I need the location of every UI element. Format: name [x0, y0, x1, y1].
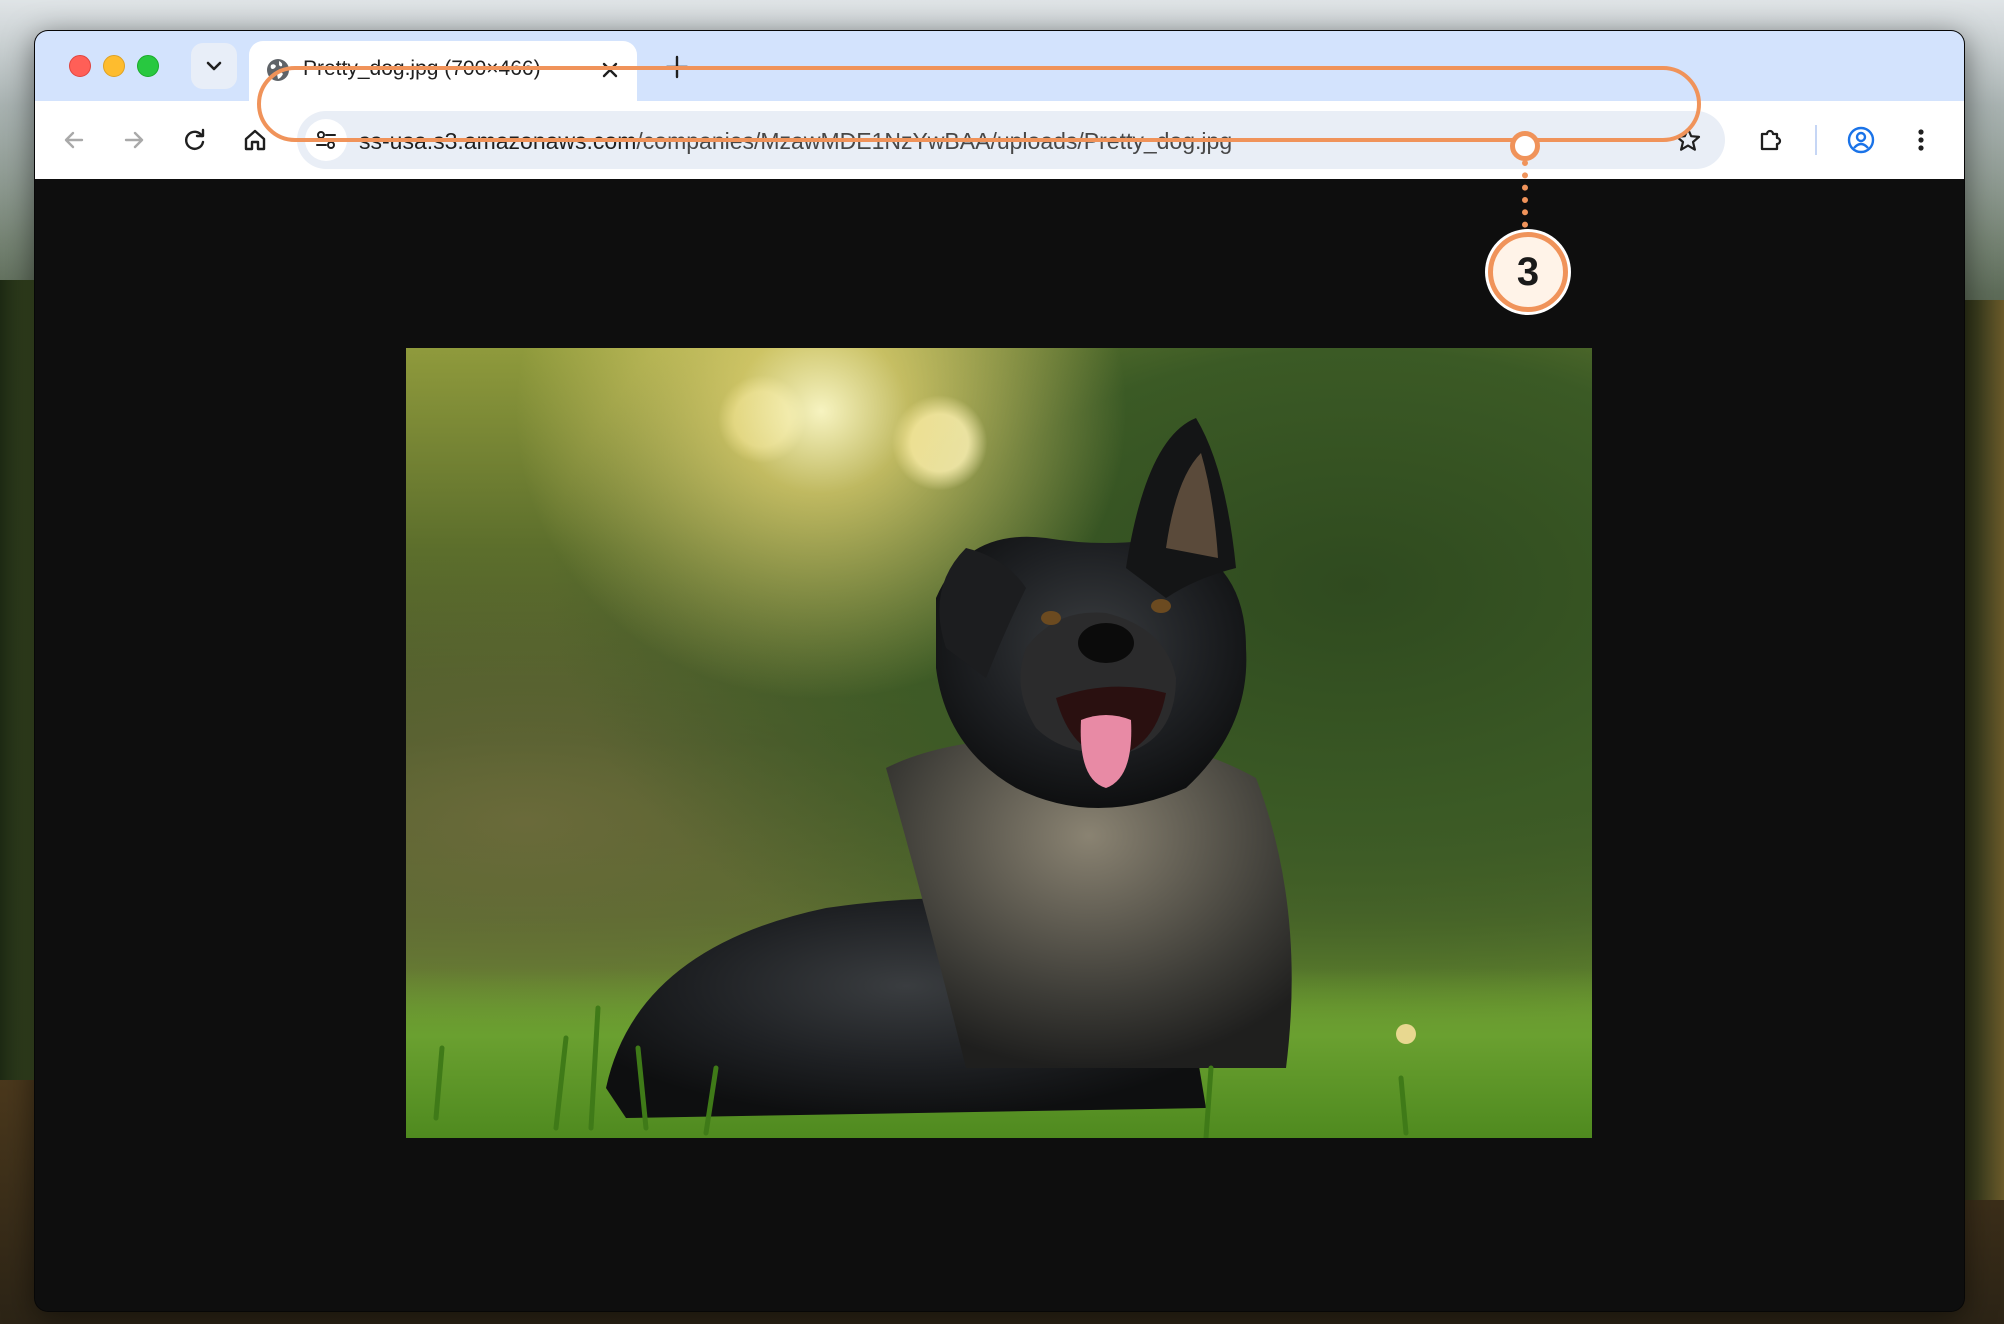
back-arrow-icon: [64, 131, 84, 149]
minimize-window-button[interactable]: [103, 55, 125, 77]
extensions-puzzle-icon: [1760, 129, 1782, 151]
annotation-anchor-dot: [1510, 131, 1540, 161]
close-window-button[interactable]: [69, 55, 91, 77]
tab-active[interactable]: Pretty_dog.jpg (700×466): [249, 41, 637, 101]
extensions-button[interactable]: [1752, 121, 1790, 159]
zoom-window-button[interactable]: [137, 55, 159, 77]
plus-icon[interactable]: [663, 53, 691, 81]
reload-button[interactable]: [176, 121, 214, 159]
tab-title: Pretty_dog.jpg (700×466): [303, 57, 541, 80]
browser-toolbar: ss-usa.s3.amazonaws.com/companies/MzawMD…: [35, 101, 1964, 179]
chevron-down-icon: [206, 61, 222, 71]
tune-icon: [316, 131, 336, 149]
forward-arrow-icon: [124, 131, 144, 149]
globe-icon: [267, 59, 289, 81]
url-text[interactable]: ss-usa.s3.amazonaws.com/companies/MzawMD…: [359, 128, 1232, 155]
url-host: ss-usa.s3.amazonaws.com: [359, 128, 637, 154]
more-menu-button[interactable]: [1902, 121, 1940, 159]
site-info-button[interactable]: [305, 119, 347, 161]
home-button[interactable]: [236, 121, 274, 159]
home-icon: [244, 129, 266, 151]
toolbar-separator: [1815, 125, 1817, 155]
browser-window: Pretty_dog.jpg (700×466) ss-usa.s3.amazo…: [34, 30, 1965, 1312]
wallpaper-trees-left: [0, 280, 36, 1080]
image-viewer: [35, 179, 1964, 1311]
url-path: /companies/MzawMDE1NzYwBAA/uploads/Prett…: [636, 128, 1233, 154]
annotation-step-badge: 3: [1488, 232, 1568, 312]
dog-illustration: [433, 418, 1416, 1138]
tab-strip: Pretty_dog.jpg (700×466): [35, 31, 1964, 101]
profile-icon: [1847, 126, 1875, 154]
reload-icon: [185, 128, 205, 150]
tab-search-button[interactable]: [191, 43, 237, 89]
wallpaper-trees-right: [1960, 300, 2004, 1200]
kebab-menu-icon: [1918, 129, 1924, 151]
forward-button[interactable]: [115, 121, 153, 159]
dog-photo[interactable]: [406, 348, 1592, 1138]
close-icon[interactable]: [599, 59, 621, 81]
bookmark-star-icon[interactable]: [1673, 125, 1703, 155]
back-button[interactable]: [55, 121, 93, 159]
annotation-connector-line: [1522, 160, 1528, 240]
profile-button[interactable]: [1842, 121, 1880, 159]
